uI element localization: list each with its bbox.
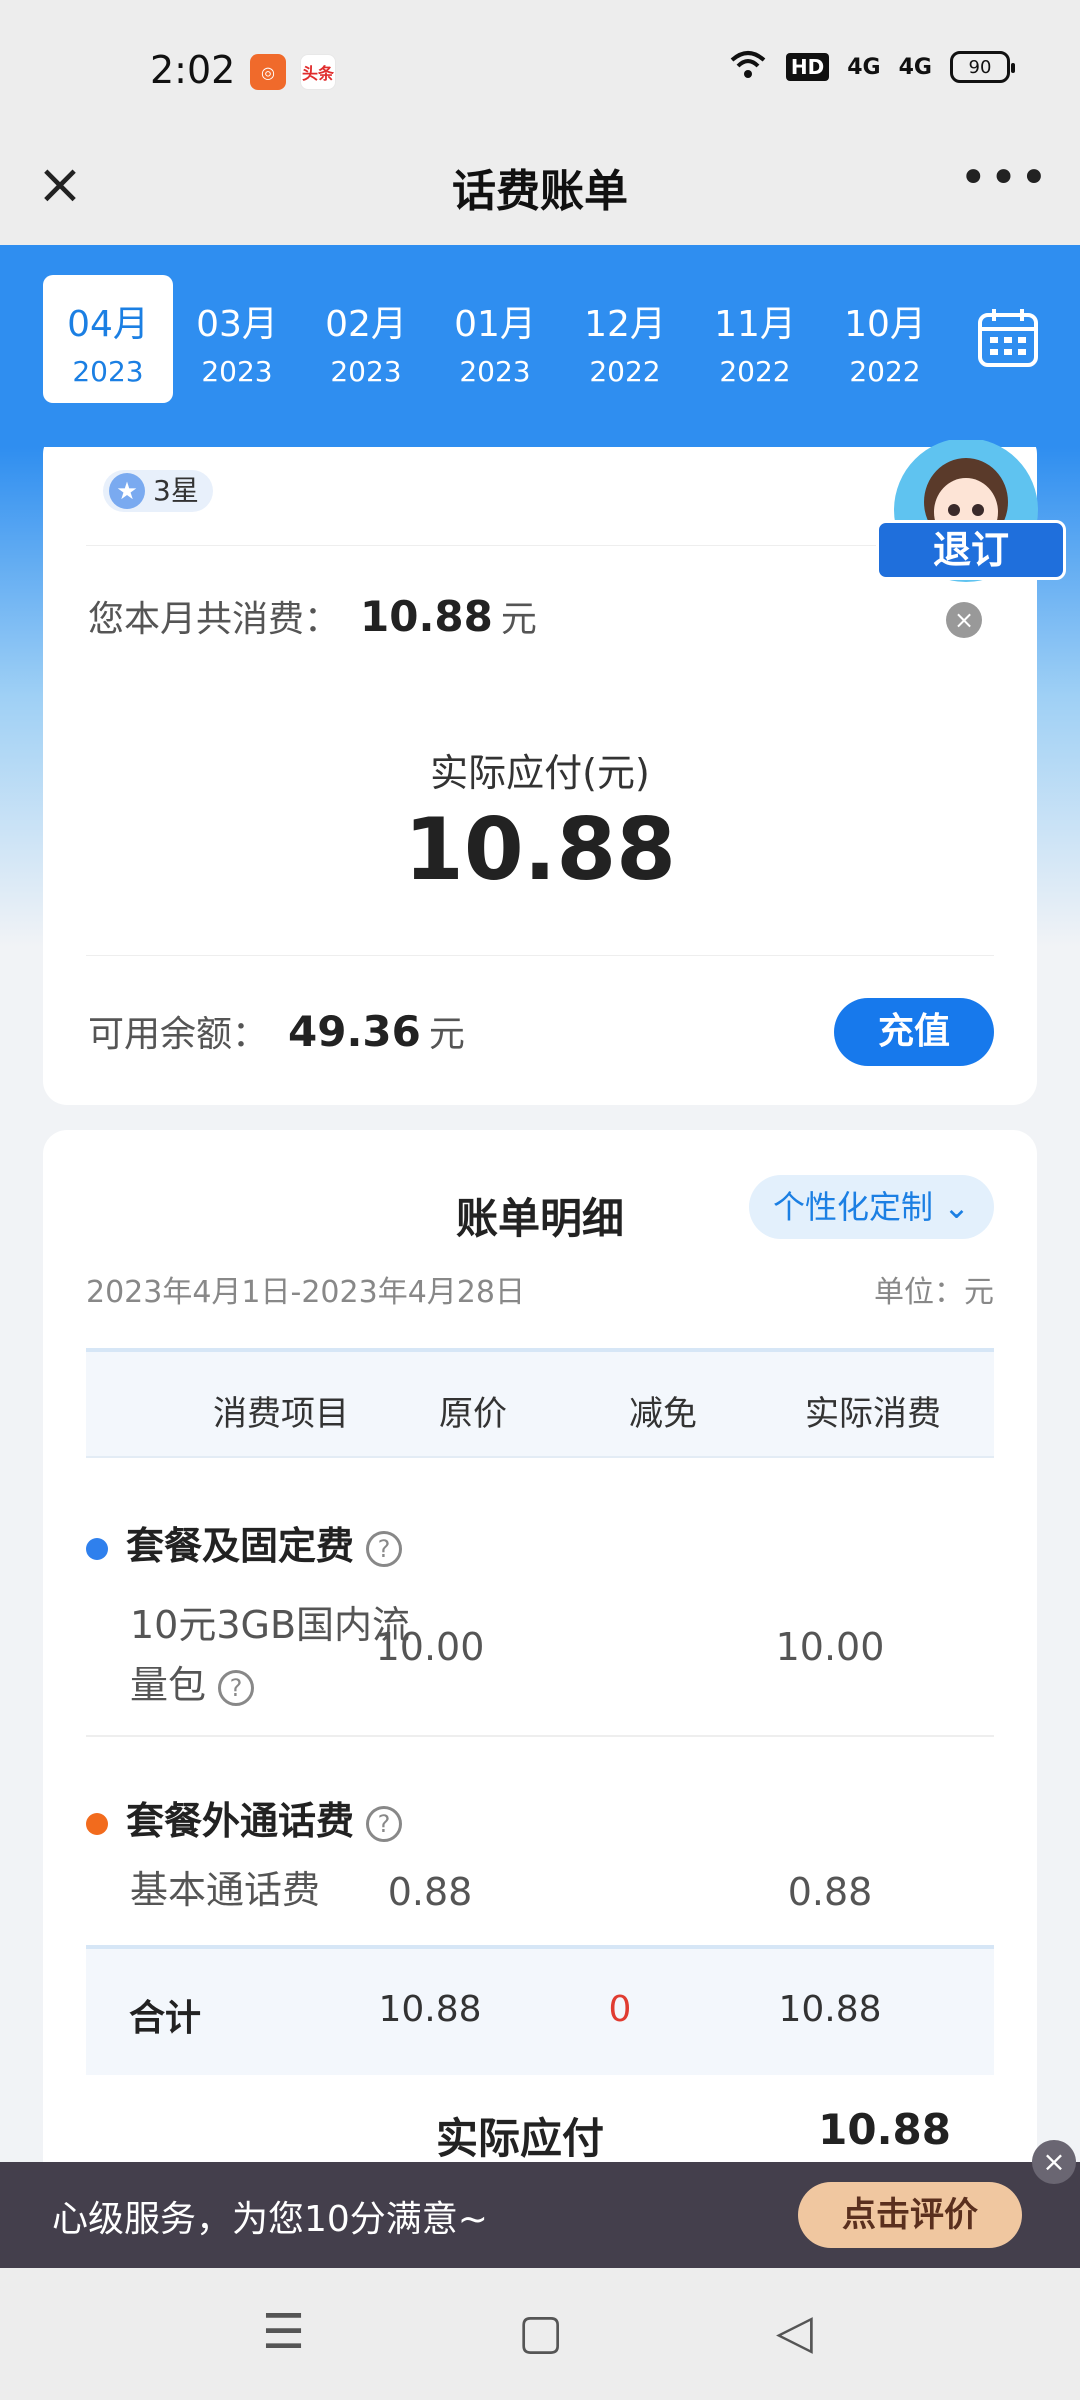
- month-tab-2023-04[interactable]: 04月 2023: [43, 275, 173, 403]
- balance-value: 49.36: [288, 1007, 421, 1056]
- toutiao-notification-icon: 头条: [300, 54, 336, 90]
- help-icon[interactable]: ?: [366, 1805, 403, 1842]
- year-label: 2023: [72, 355, 144, 388]
- year-label: 2023: [201, 355, 273, 388]
- help-icon[interactable]: ?: [366, 1530, 403, 1567]
- month-tab-2023-02[interactable]: 02月 2023: [301, 275, 431, 403]
- system-navigation-bar: ☰ ▢ ◁: [0, 2268, 1080, 2400]
- signal-icon-1: 4G: [847, 54, 881, 80]
- unsubscribe-button[interactable]: 退订: [876, 520, 1066, 580]
- close-circle-icon[interactable]: ×: [946, 602, 982, 638]
- month-label: 01月: [454, 304, 536, 345]
- column-header: 原价: [439, 1394, 507, 1434]
- total-row: 合计 10.88 0 10.88: [86, 1945, 994, 2075]
- help-icon[interactable]: ?: [218, 1669, 255, 1706]
- column-header: 实际消费: [805, 1394, 941, 1434]
- calendar-icon[interactable]: [976, 305, 1040, 369]
- month-tab-2023-03[interactable]: 03月 2023: [172, 275, 302, 403]
- total-label: 合计: [129, 1998, 202, 2039]
- divider: [86, 545, 994, 546]
- customize-button[interactable]: 个性化定制 ⌄: [749, 1175, 994, 1239]
- month-tab-2022-11[interactable]: 11月 2022: [690, 275, 820, 403]
- unit-label: 单位：元: [874, 1275, 994, 1310]
- month-label: 03月: [196, 304, 278, 345]
- item-name: 基本通话费: [130, 1868, 321, 1912]
- year-label: 2022: [589, 355, 661, 388]
- group-title-package: 套餐及固定费?: [86, 1515, 403, 1570]
- orange-dot-icon: [86, 1812, 108, 1835]
- column-header: 减免: [629, 1394, 697, 1434]
- more-icon[interactable]: •••: [959, 150, 1050, 206]
- balance-unit: 元: [428, 1014, 465, 1055]
- bill-detail-card: 账单明细 个性化定制 ⌄ 2023年4月1日-2023年4月28日 单位：元 消…: [43, 1130, 1037, 2230]
- original-price: 10.00: [375, 1625, 485, 1669]
- month-label: 12月: [584, 304, 666, 345]
- available-balance: 可用余额： 49.36 元: [88, 1005, 465, 1057]
- total-actual: 10.88: [778, 1989, 882, 2030]
- rate-button[interactable]: 点击评价: [798, 2182, 1022, 2248]
- balance-label: 可用余额：: [88, 1014, 269, 1055]
- total-discount: 0: [608, 1989, 632, 2030]
- monthly-consumption: 您本月共消费： 10.88 元: [88, 590, 537, 642]
- divider: [86, 1735, 994, 1737]
- menu-icon[interactable]: ☰: [262, 2304, 305, 2360]
- divider: [86, 955, 994, 956]
- star-level-badge: ★ 3星: [103, 470, 213, 512]
- actual-payable-label: 实际应付(元): [430, 751, 650, 795]
- consume-value: 10.88: [360, 592, 493, 641]
- total-original: 10.88: [378, 1989, 482, 2030]
- column-header: 消费项目: [213, 1394, 349, 1434]
- actual-consumption: 10.00: [775, 1625, 885, 1669]
- month-label: 11月: [714, 304, 796, 345]
- home-icon[interactable]: ▢: [518, 2304, 563, 2360]
- app-notification-icon: ◎: [250, 54, 286, 90]
- nav-bar: × 话费账单 •••: [0, 140, 1080, 245]
- status-bar: 2:02 ◎ 头条 HD 4G 4G 90: [0, 0, 1080, 140]
- payable-label: 实际应付: [436, 2114, 605, 2163]
- consume-unit: 元: [500, 599, 537, 640]
- status-time: 2:02: [150, 48, 236, 92]
- month-label: 02月: [325, 304, 407, 345]
- actual-consumption: 0.88: [787, 1870, 873, 1914]
- month-tab-2022-10[interactable]: 10月 2022: [820, 275, 950, 403]
- year-label: 2023: [330, 355, 402, 388]
- payable-value: 10.88: [818, 2105, 951, 2154]
- service-rating-banner: 心级服务，为您10分满意~ 点击评价 ×: [0, 2140, 1080, 2268]
- group-label: 套餐外通话费: [126, 1799, 355, 1843]
- close-icon[interactable]: ×: [1032, 2140, 1076, 2184]
- original-price: 0.88: [387, 1870, 473, 1914]
- hd-voice-icon: HD: [785, 53, 830, 81]
- month-tab-2023-01[interactable]: 01月 2023: [430, 275, 560, 403]
- wifi-icon: [728, 50, 768, 84]
- banner-text: 心级服务，为您10分满意~: [52, 2199, 488, 2240]
- month-label: 10月: [844, 304, 926, 345]
- month-label: 04月: [67, 304, 149, 345]
- year-label: 2022: [719, 355, 791, 388]
- back-icon[interactable]: ◁: [776, 2304, 813, 2360]
- recharge-button[interactable]: 充值: [834, 998, 994, 1066]
- status-indicators: HD 4G 4G 90: [728, 50, 1015, 84]
- month-tab-2022-12[interactable]: 12月 2022: [560, 275, 690, 403]
- group-label: 套餐及固定费: [126, 1524, 355, 1568]
- month-selector: 04月 2023 03月 2023 02月 2023 01月 2023 12月 …: [0, 245, 1080, 447]
- date-range: 2023年4月1日-2023年4月28日: [86, 1275, 525, 1310]
- year-label: 2023: [459, 355, 531, 388]
- page-title: 话费账单: [452, 166, 628, 217]
- table-header: 消费项目 原价 减免 实际消费: [86, 1348, 994, 1458]
- battery-icon: 90: [950, 51, 1015, 83]
- blue-dot-icon: [86, 1537, 108, 1560]
- signal-icon-2: 4G: [898, 54, 932, 80]
- star-icon: ★: [109, 473, 145, 509]
- consume-label: 您本月共消费：: [88, 599, 341, 640]
- actual-payable-amount: 10.88: [403, 800, 677, 900]
- star-level-label: 3星: [153, 474, 199, 507]
- group-title-extra-call: 套餐外通话费?: [86, 1790, 403, 1845]
- year-label: 2022: [849, 355, 921, 388]
